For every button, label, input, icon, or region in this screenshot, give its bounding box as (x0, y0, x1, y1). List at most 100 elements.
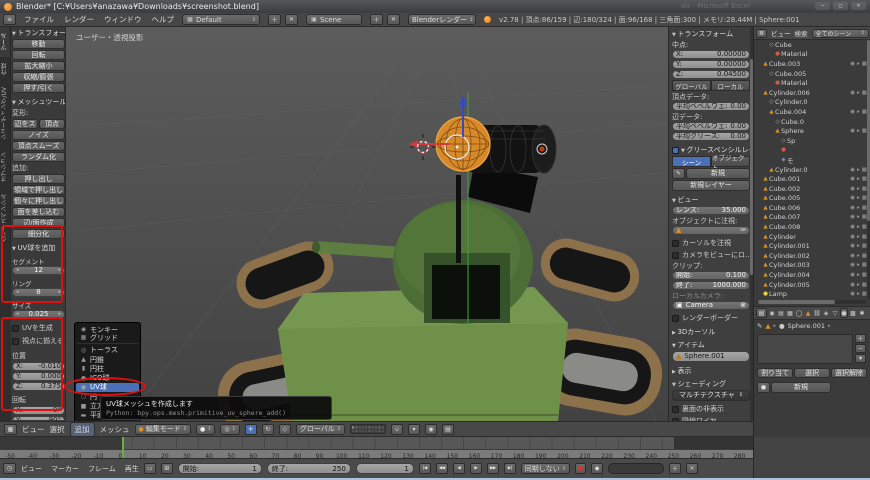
remove-slot-button[interactable]: − (855, 344, 866, 353)
location-field[interactable]: Y:0.000 (12, 372, 65, 381)
info-menu-item[interactable]: ファイル (24, 14, 54, 25)
sync-mode-selector[interactable]: 同期しない↕ (521, 463, 570, 474)
local-camera-field[interactable]: ▣Camera⊗ (672, 301, 750, 310)
selectability-icon[interactable]: ▸ (857, 262, 860, 268)
tool-shelf-tab[interactable]: シェーディング/UV (0, 81, 11, 146)
data-tab-icon[interactable]: ▽ (831, 308, 839, 318)
add-slot-button[interactable]: ＋ (855, 334, 866, 343)
select-menu[interactable]: 選択 (50, 424, 65, 435)
outliner-row[interactable]: Cube.004 ◉▸▦ (754, 107, 868, 117)
scene-selector[interactable]: ▣Scene (306, 14, 362, 25)
render-border-checkbox[interactable]: レンダーボーダー (672, 313, 750, 323)
selectability-icon[interactable]: ▸ (857, 176, 860, 182)
outliner-row[interactable]: Cylinder.004 ◉▸▦ (754, 270, 868, 280)
snap-magnet-button[interactable]: ∪ (391, 424, 403, 435)
selectability-icon[interactable]: ▸ (857, 291, 860, 297)
window-close-button[interactable]: ✕ (851, 2, 866, 10)
mesh-tool-button[interactable]: 頂点スムーズ (12, 141, 65, 151)
timeline-menu-item[interactable]: マーカー (51, 464, 79, 474)
add-mesh-menu-item[interactable]: ▦ グリッド (76, 334, 139, 343)
outliner-row[interactable]: Cube ◉▸▦ (754, 40, 868, 50)
visibility-eye-icon[interactable]: ◉ (850, 282, 855, 288)
visibility-eye-icon[interactable]: ◉ (850, 272, 855, 278)
outliner-row[interactable]: Cube.002 ◉▸▦ (754, 184, 868, 194)
visibility-eye-icon[interactable]: ◉ (850, 195, 855, 201)
visibility-eye-icon[interactable]: ◉ (850, 262, 855, 268)
selectability-icon[interactable]: ▸ (857, 253, 860, 259)
global-button[interactable]: グローバル (672, 80, 711, 91)
keying-set-field[interactable] (608, 463, 664, 474)
selectability-icon[interactable]: ▸ (857, 186, 860, 192)
mesh-tool-button[interactable]: 細分化 (12, 229, 65, 239)
add-mesh-menu-item[interactable]: ▮ 円柱 (76, 364, 139, 373)
outliner-row[interactable]: Cube.003 ◉▸▦ (754, 59, 868, 69)
tool-shelf-tab[interactable]: オプション (0, 146, 11, 188)
clip-end-field[interactable]: 終了:1000.000 (672, 281, 750, 290)
visibility-eye-icon[interactable]: ◉ (850, 243, 855, 249)
add-mesh-menu-item[interactable]: ◎ トーラス (76, 346, 139, 355)
scene-delete-button[interactable]: ✕ (387, 14, 400, 25)
median-field[interactable]: Z:0.04500 (672, 70, 750, 79)
transform-panel-header[interactable]: トランスフォーム (12, 28, 65, 38)
mesh-tool-button[interactable]: 辺をス (12, 119, 38, 129)
vertex-bevel-field[interactable]: 平均ベベルウェ:0.00 (672, 102, 750, 111)
visibility-eye-icon[interactable]: ◉ (850, 176, 855, 182)
delete-keyframe-button[interactable]: × (686, 463, 698, 474)
object-tab[interactable]: オブジェクト (711, 156, 750, 167)
transform-tool-button[interactable]: 収縮/膨張 (12, 72, 65, 82)
visibility-eye-icon[interactable]: ◉ (850, 253, 855, 259)
current-frame-indicator[interactable] (122, 437, 124, 458)
tool-shelf-tab[interactable]: 作成 (0, 57, 11, 81)
visibility-eye-icon[interactable]: ◉ (850, 224, 855, 230)
constraints-tab-icon[interactable]: ⛓ (813, 308, 821, 318)
material-tab-icon[interactable]: ● (840, 308, 848, 318)
scene-tab[interactable]: シーン (672, 156, 711, 167)
scene-add-button[interactable]: ＋ (370, 14, 383, 25)
outliner-row[interactable]: Cylinder.003 ◉▸▦ (754, 261, 868, 271)
window-minimize-button[interactable]: ─ (815, 2, 830, 10)
info-menu-item[interactable]: ウィンドウ (104, 14, 142, 25)
mesh-tool-button[interactable]: 押し出し (12, 174, 65, 184)
selectability-icon[interactable]: ▸ (857, 272, 860, 278)
layer-selector[interactable] (350, 424, 386, 434)
outliner-row[interactable]: Sp ◉▸▦ (754, 136, 868, 146)
outliner-row[interactable]: Cylinder.001 ◉▸▦ (754, 241, 868, 251)
transform-orientation-selector[interactable]: グローバル↕ (296, 424, 345, 435)
selectability-icon[interactable]: ▸ (857, 282, 860, 288)
play-button[interactable]: ▶ (470, 463, 482, 474)
auto-keyframe-button[interactable] (575, 463, 586, 474)
outliner-row[interactable]: Material ◉▸▦ (754, 78, 868, 88)
start-frame-field[interactable]: 開始:1 (178, 463, 262, 474)
editor-type-selector[interactable]: ≡ (3, 14, 16, 25)
editor-type-selector[interactable]: ▤ (756, 308, 767, 318)
median-field[interactable]: X:0.00000 (672, 50, 750, 59)
view-menu[interactable]: ビュー (22, 424, 45, 435)
object-tab-icon[interactable]: ▲ (804, 308, 812, 318)
mesh-tool-button[interactable]: 個々に押し出し (12, 196, 65, 206)
timeline-menu-item[interactable]: 再生 (125, 464, 139, 474)
rotation-field[interactable]: Y:90° (12, 416, 65, 420)
lens-field[interactable]: レンズ:35.000 (672, 206, 750, 215)
outliner-row[interactable]: Lamp ◉▸▦ (754, 289, 868, 299)
backface-checkbox[interactable]: 裏面の非表示 (672, 404, 750, 414)
info-menu-item[interactable]: ヘルプ (152, 14, 175, 25)
outliner-row[interactable]: Cylinder.005 ◉▸▦ (754, 280, 868, 290)
selectability-icon[interactable]: ▸ (857, 90, 860, 96)
outliner-row[interactable]: Sphere ◉▸▦ (754, 126, 868, 136)
mesh-tool-button[interactable]: ランダム化 (12, 152, 65, 162)
assign-button[interactable]: 割り当て (757, 368, 793, 378)
lock-object-field[interactable]: ▲✑ (672, 226, 750, 235)
median-field[interactable]: Y:0.00000 (672, 60, 750, 69)
outliner-row[interactable]: Cube.005 ◉▸▦ (754, 69, 868, 79)
edge-crease-field[interactable]: 平均クリース:0.00 (672, 132, 750, 141)
grease-pencil-checkbox[interactable] (672, 147, 679, 154)
prev-keyframe-button[interactable]: ◀◀ (436, 463, 448, 474)
location-field[interactable]: Z:0.375 (12, 382, 65, 391)
shading-mode-selector[interactable]: マルチテクスチャ↕ (672, 390, 750, 401)
outliner-display-filter[interactable]: 全てのシーン↕ (812, 29, 870, 38)
mode-selector[interactable]: ●編集モード↕ (135, 424, 191, 435)
outliner-row[interactable]: Cylinder ◉▸▦ (754, 232, 868, 242)
outliner-hscrollbar[interactable] (756, 300, 866, 304)
number-field[interactable]: ◂8▸ (12, 288, 65, 297)
mesh-tool-button[interactable]: ノイズ (12, 130, 65, 140)
